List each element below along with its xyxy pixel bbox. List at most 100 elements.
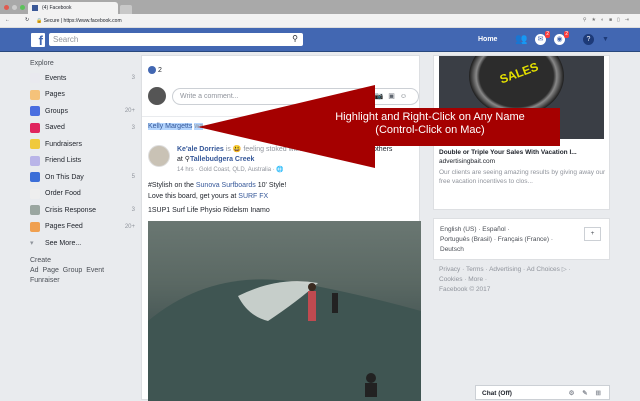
browser-tab-bar: (4) Facebook — [0, 0, 640, 14]
search-placeholder: Search — [53, 35, 79, 44]
pages-feed-icon — [30, 221, 40, 232]
sidebar-item-label: Saved — [45, 124, 65, 132]
close-window-icon[interactable] — [4, 5, 9, 10]
ad-image-text: SALES — [497, 59, 541, 87]
create-links[interactable]: Ad Page Group Event — [30, 266, 135, 276]
sidebar-item-groups[interactable]: Groups 20+ — [30, 103, 135, 120]
sidebar-item-count: 20+ — [124, 223, 135, 230]
url-text[interactable]: https://www.facebook.com — [64, 18, 122, 24]
copyright: Facebook © 2017 — [439, 286, 491, 293]
browser-tab[interactable]: (4) Facebook — [28, 2, 118, 14]
help-icon[interactable]: ? — [583, 34, 594, 45]
footer-links-row[interactable]: Cookies · More · — [439, 275, 610, 285]
callout-text: Highlight and Right-Click on Any Name (C… — [300, 111, 560, 137]
secure-label: Secure — [43, 18, 60, 24]
surf-photo-illustration — [148, 279, 421, 401]
like-count[interactable]: 2 — [148, 66, 162, 74]
messages-icon[interactable]: ✉ 2 — [535, 31, 550, 45]
address-bar[interactable]: ← ↻ 🔒 Secure | https://www.facebook.com … — [0, 14, 640, 28]
sidebar-item-label: Order Food — [45, 190, 81, 198]
post-author-link[interactable]: Ke'ale Dorries — [177, 146, 224, 153]
sidebar-item-label: Groups — [45, 107, 68, 115]
swimmer — [366, 373, 376, 383]
chat-options-icons[interactable]: ⚙ ✎ ⊞ — [569, 389, 604, 397]
tab-title: (4) Facebook — [42, 5, 72, 11]
create-fundraiser-link[interactable]: Funraiser — [30, 276, 135, 286]
sidebar-item-count: 20+ — [124, 108, 135, 115]
sidebar-item-events[interactable]: Events 3 — [30, 70, 135, 87]
sidebar-item-saved[interactable]: Saved 3 — [30, 120, 135, 137]
text-span: #Stylish on the — [148, 182, 196, 189]
sidebar-item-friend-lists[interactable]: Friend Lists — [30, 153, 135, 170]
comment-placeholder: Write a comment... — [180, 93, 239, 100]
more-languages-button[interactable]: + — [584, 227, 601, 241]
post-photo[interactable] — [148, 221, 421, 401]
fundraisers-icon — [30, 139, 40, 150]
left-sidebar: Explore Events 3 Pages Groups 20+ Saved 3 Fundr… — [30, 60, 135, 286]
sidebar-item-on-this-day[interactable]: On This Day 5 — [30, 169, 135, 186]
text-span: 10' Style! — [255, 182, 287, 189]
minimize-window-icon[interactable] — [12, 5, 17, 10]
sunova-link[interactable]: Sunova Surfboards — [196, 182, 256, 189]
language-links[interactable]: Português (Brasil) · Français (France) · — [440, 235, 603, 245]
facebook-header: f Search ⚲ Home 👥 ✉ 2 ◉ 2 ? ▼ — [0, 28, 640, 52]
back-icon[interactable]: ← — [5, 17, 10, 23]
extension-icons[interactable]: ⚲★◐■▯⇥ — [583, 17, 634, 23]
sidebar-item-count: 3 — [131, 207, 135, 214]
avatar[interactable] — [148, 87, 166, 105]
footer-links-row[interactable]: Privacy · Terms · Advertising · Ad Choic… — [439, 265, 610, 275]
surffx-link[interactable]: SURF FX — [238, 193, 268, 200]
reload-icon[interactable]: ↻ — [25, 17, 29, 23]
friend-requests-icon[interactable]: 👥 — [515, 34, 527, 45]
callout-line-2: (Control-Click on Mac) — [375, 124, 485, 136]
notifications-badge: 2 — [564, 31, 569, 38]
events-icon — [30, 73, 40, 84]
crisis-response-icon — [30, 205, 40, 216]
facebook-logo[interactable]: f — [31, 33, 45, 48]
pages-icon — [30, 89, 40, 100]
comment-attachment-icons[interactable]: 📷▣☺ — [375, 92, 412, 100]
messages-badge: 2 — [545, 31, 550, 38]
highlighted-name-link[interactable]: Kelly Margetts — [148, 123, 193, 130]
sidebar-item-label: Friend Lists — [45, 157, 82, 165]
see-more-link[interactable]: ▾ See More... — [30, 235, 135, 252]
explore-heading: Explore — [30, 60, 54, 67]
maximize-window-icon[interactable] — [20, 5, 25, 10]
chat-label: Chat (Off) — [482, 390, 512, 397]
sidebar-item-fundraisers[interactable]: Fundraisers — [30, 136, 135, 153]
likes-number: 2 — [157, 66, 162, 74]
chevron-down-icon[interactable]: ▼ — [602, 36, 609, 43]
search-icon[interactable]: ⚲ — [292, 34, 298, 43]
post-text: #Stylish on the Sunova Surfboards 10' St… — [148, 180, 286, 216]
see-more-label: See More... — [45, 239, 82, 247]
sidebar-item-crisis-response[interactable]: Crisis Response 3 — [30, 202, 135, 219]
feed-post-card: 2 Write a comment... 📷▣☺ Kelly Margetts w… — [141, 55, 421, 401]
others-link[interactable]: others — [373, 146, 392, 153]
sidebar-item-order-food[interactable]: Order Food — [30, 186, 135, 203]
callout-line-1: Highlight and Right-Click on Any Name — [335, 111, 525, 123]
place-link[interactable]: Tallebudgera Creek — [190, 156, 254, 163]
at-text: at — [177, 156, 183, 163]
language-links[interactable]: Deutsch — [440, 245, 603, 255]
post-meta: 14 hrs · Gold Coast, QLD, Australia · 🌐 — [177, 167, 284, 173]
new-tab-button[interactable] — [120, 5, 132, 14]
chevron-down-icon: ▾ — [30, 240, 34, 248]
notifications-icon[interactable]: ◉ 2 — [554, 31, 569, 45]
sidebar-item-label: Pages Feed — [45, 223, 83, 231]
sidebar-item-pages-feed[interactable]: Pages Feed 20+ — [30, 219, 135, 236]
chat-bar[interactable]: Chat (Off) ⚙ ✎ ⊞ — [475, 385, 610, 400]
comment-input[interactable]: Write a comment... 📷▣☺ — [172, 88, 419, 105]
search-input[interactable]: Search ⚲ — [49, 33, 303, 46]
sidebar-item-count: 3 — [131, 75, 135, 82]
hashtags-line: 1SUP1 Surf Life Physio Ridelsm Inamo — [148, 207, 270, 214]
create-heading: Create — [30, 256, 52, 264]
language-links[interactable]: English (US) · Español · — [440, 225, 603, 235]
sidebar-item-pages[interactable]: Pages — [30, 87, 135, 104]
ad-body: Our clients are seeing amazing results b… — [439, 169, 606, 185]
home-link[interactable]: Home — [478, 36, 497, 43]
sidebar-item-label: Crisis Response — [45, 206, 96, 214]
author-avatar[interactable] — [148, 145, 170, 167]
ad-domain: advertisingbait.com — [439, 158, 495, 165]
feeling-text: is 😃 feeling stoked with — [225, 146, 302, 153]
ad-title[interactable]: Double or Triple Your Sales With Vacatio… — [439, 148, 607, 157]
